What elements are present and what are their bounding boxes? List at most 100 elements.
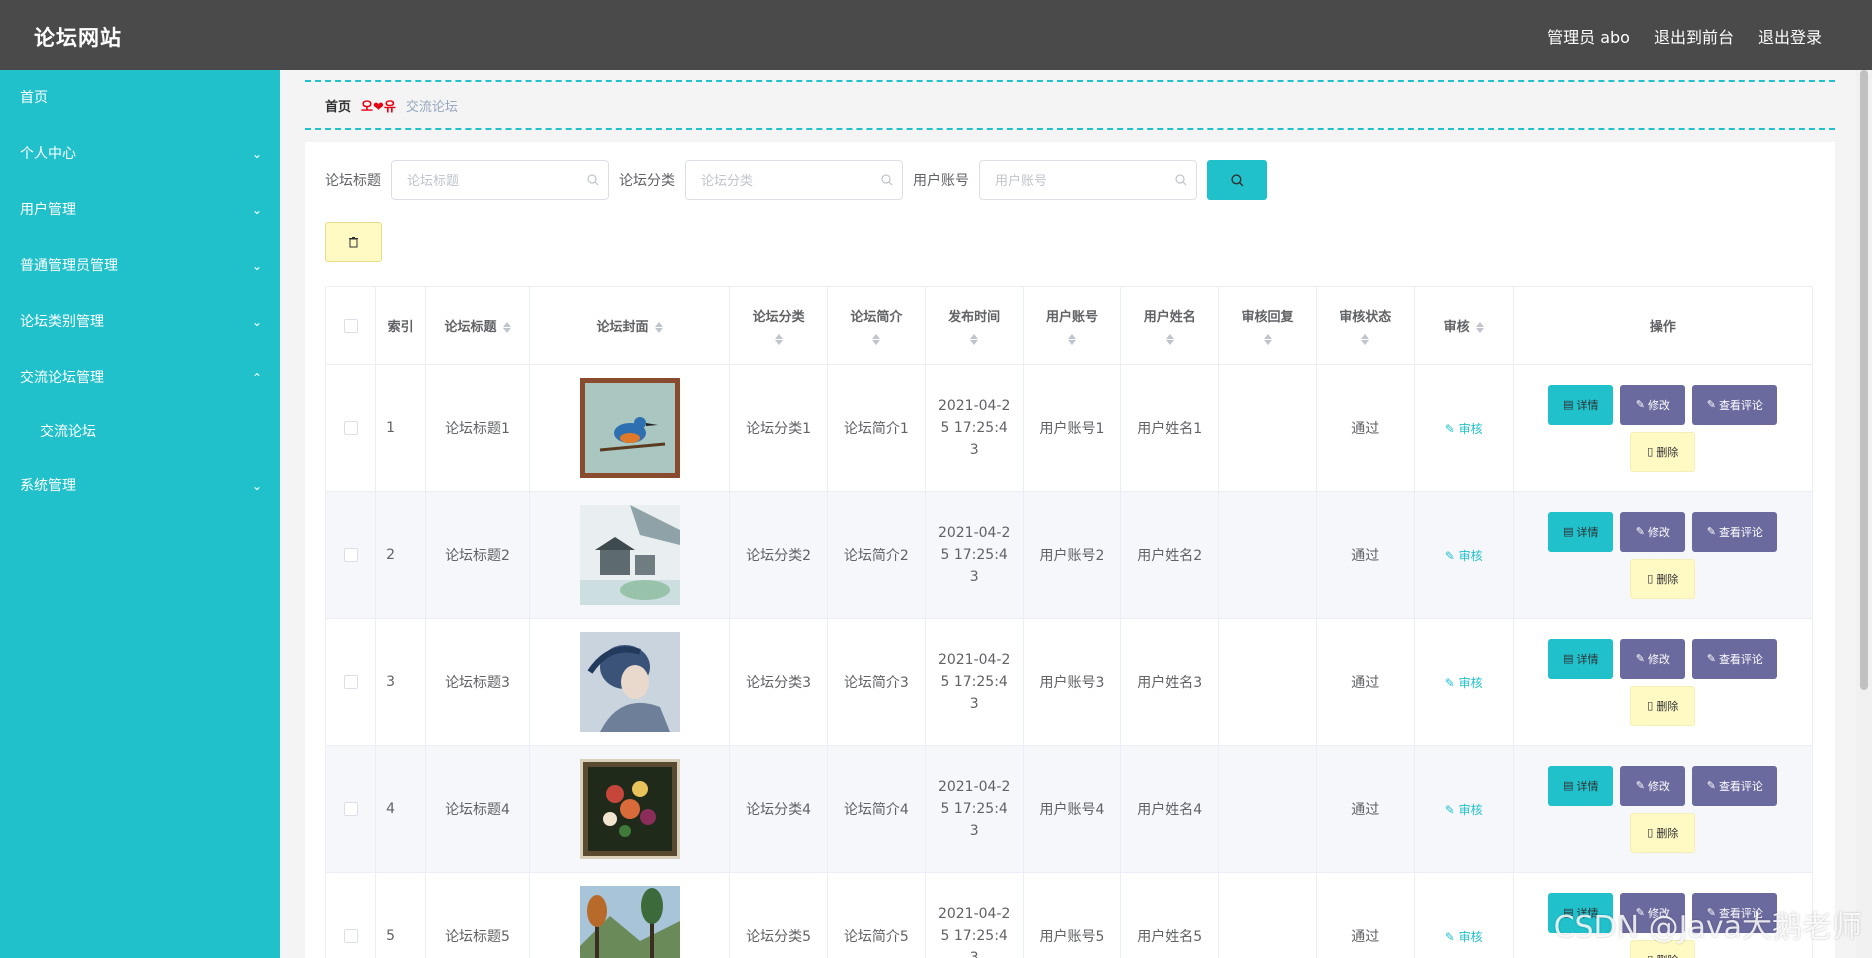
detail-button[interactable]: ▤ 详情 <box>1548 765 1614 806</box>
sidebar-item-system[interactable]: 系统管理 ⌄ <box>0 458 280 514</box>
row-checkbox[interactable] <box>343 548 358 562</box>
cell-status: 通过 <box>1315 745 1415 873</box>
search-button[interactable] <box>1207 160 1267 200</box>
main-content: 首页 오❤유 交流论坛 论坛标题 论坛分类 用户账号 <box>280 70 1872 958</box>
delete-button[interactable]: ▯删除 <box>1630 431 1696 472</box>
header-name[interactable]: 用户姓名 <box>1120 286 1220 365</box>
cell-reply <box>1218 745 1317 873</box>
table-row: 4 论坛标题4 论坛分类4 论坛简介4 2021-04-25 17:25:43 … <box>324 745 1814 873</box>
sort-icon[interactable] <box>970 333 979 346</box>
breadcrumb-current: 交流论坛 <box>405 99 458 115</box>
view-comments-button[interactable]: ✎ 查看评论 <box>1692 765 1778 806</box>
header-time[interactable]: 发布时间 <box>924 286 1024 365</box>
logout-link[interactable]: 退出登录 <box>1758 24 1822 48</box>
sidebar-item-home[interactable]: 首页 <box>0 70 280 126</box>
audit-link[interactable]: ✎ 审核 <box>1445 676 1483 690</box>
sort-icon[interactable] <box>774 333 783 346</box>
trash-icon: ▯ <box>1647 572 1654 585</box>
account-search-field[interactable] <box>979 160 1197 200</box>
detail-button[interactable]: ▤ 详情 <box>1548 638 1614 679</box>
sidebar-item-users[interactable]: 用户管理 ⌄ <box>0 182 280 238</box>
cell-category: 论坛分类4 <box>729 745 828 873</box>
sort-icon[interactable] <box>1475 321 1484 334</box>
delete-button[interactable]: ▯删除 <box>1630 685 1696 726</box>
scrollbar-thumb[interactable] <box>1860 70 1868 690</box>
document-icon: ▤ <box>1563 652 1574 665</box>
cell-name: 用户姓名5 <box>1120 872 1220 958</box>
cell-audit: ✎ 审核 <box>1413 745 1514 873</box>
chevron-down-icon: ⌄ <box>251 315 262 329</box>
sort-icon[interactable] <box>1165 333 1174 346</box>
detail-button[interactable]: ▤ 详情 <box>1548 384 1614 425</box>
cell-index: 2 <box>375 491 427 619</box>
sort-icon[interactable] <box>1067 333 1076 346</box>
trash-icon: ▯ <box>1647 699 1654 712</box>
cell-reply <box>1218 491 1317 619</box>
edit-button[interactable]: ✎ 修改 <box>1620 384 1686 425</box>
sort-icon[interactable] <box>654 321 663 334</box>
audit-link[interactable]: ✎ 审核 <box>1445 422 1483 436</box>
header-cover[interactable]: 论坛封面 <box>528 286 731 365</box>
cell-account: 用户账号3 <box>1022 618 1122 746</box>
chevron-down-icon: ⌄ <box>251 479 262 493</box>
sidebar-item-categories[interactable]: 论坛类别管理 ⌄ <box>0 294 280 350</box>
category-search-input[interactable] <box>686 161 902 199</box>
sort-icon[interactable] <box>502 321 511 334</box>
forum-table: 索引 论坛标题 论坛封面 论坛分类 论坛简介 发布时间 用户账号 用户姓名 审核… <box>324 286 1814 958</box>
edit-button[interactable]: ✎ 修改 <box>1620 638 1686 679</box>
row-checkbox[interactable] <box>343 421 358 435</box>
cover-image-forest <box>579 886 680 958</box>
cell-audit: ✎ 审核 <box>1413 364 1514 492</box>
delete-button[interactable]: ▯删除 <box>1630 812 1696 853</box>
edit-icon: ✎ <box>1444 421 1455 436</box>
admin-user-link[interactable]: 管理员 abo <box>1547 24 1630 48</box>
cover-image-bird <box>579 378 680 478</box>
breadcrumb-home[interactable]: 首页 <box>325 96 351 115</box>
select-all-checkbox[interactable] <box>343 318 358 333</box>
account-search-input[interactable] <box>980 161 1196 199</box>
header-intro[interactable]: 论坛简介 <box>827 286 926 365</box>
header-account[interactable]: 用户账号 <box>1022 286 1122 365</box>
header-title[interactable]: 论坛标题 <box>425 286 530 365</box>
detail-button[interactable]: ▤ 详情 <box>1548 511 1614 552</box>
sidebar-subitem-forum[interactable]: 交流论坛 <box>0 406 280 458</box>
header-status[interactable]: 审核状态 <box>1315 286 1415 365</box>
sidebar-item-admins[interactable]: 普通管理员管理 ⌄ <box>0 238 280 294</box>
title-search-field[interactable] <box>391 160 609 200</box>
cell-status: 通过 <box>1315 618 1415 746</box>
cell-category: 论坛分类3 <box>729 618 828 746</box>
sort-icon[interactable] <box>1263 333 1272 346</box>
header-audit[interactable]: 审核 <box>1413 286 1514 365</box>
audit-link[interactable]: ✎ 审核 <box>1445 930 1483 944</box>
header-ops: 操作 <box>1512 286 1814 365</box>
audit-link[interactable]: ✎ 审核 <box>1445 549 1483 563</box>
search-icon <box>587 174 599 186</box>
header-reply[interactable]: 审核回复 <box>1218 286 1317 365</box>
header-category[interactable]: 论坛分类 <box>729 286 828 365</box>
chevron-down-icon: ⌄ <box>251 259 262 273</box>
top-nav: 管理员 abo 退出到前台 退出登录 <box>1547 24 1822 48</box>
table-row: 2 论坛标题2 论坛分类2 论坛简介2 2021-04-25 17:25:43 … <box>324 491 1814 619</box>
sort-icon[interactable] <box>1361 333 1370 346</box>
view-comments-button[interactable]: ✎ 查看评论 <box>1692 511 1778 552</box>
title-search-input[interactable] <box>392 161 608 199</box>
view-comments-button[interactable]: ✎ 查看评论 <box>1692 638 1778 679</box>
sidebar-item-label: 用户管理 <box>20 202 76 218</box>
row-checkbox[interactable] <box>343 802 358 816</box>
sidebar-item-profile[interactable]: 个人中心 ⌄ <box>0 126 280 182</box>
document-icon: ▤ <box>1563 398 1574 411</box>
sidebar-item-forum-mgmt[interactable]: 交流论坛管理 ⌃ <box>0 350 280 406</box>
batch-delete-button[interactable] <box>325 222 382 262</box>
audit-link[interactable]: ✎ 审核 <box>1445 803 1483 817</box>
edit-button[interactable]: ✎ 修改 <box>1620 765 1686 806</box>
search-icon <box>1230 173 1243 186</box>
category-search-field[interactable] <box>685 160 903 200</box>
edit-button[interactable]: ✎ 修改 <box>1620 511 1686 552</box>
back-to-frontend-link[interactable]: 退出到前台 <box>1654 24 1734 48</box>
row-checkbox[interactable] <box>343 675 358 689</box>
row-checkbox[interactable] <box>343 929 358 943</box>
view-comments-button[interactable]: ✎ 查看评论 <box>1692 384 1778 425</box>
delete-button[interactable]: ▯删除 <box>1630 558 1696 599</box>
sort-icon[interactable] <box>872 333 881 346</box>
cell-category: 论坛分类5 <box>729 872 828 958</box>
